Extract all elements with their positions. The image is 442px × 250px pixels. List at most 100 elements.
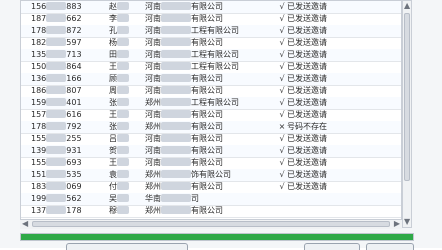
result-mark: × [278, 122, 286, 131]
company-cell: 河南 有限公司 [145, 37, 271, 49]
company-prefix: 河南 [145, 86, 161, 95]
company-redacted [161, 98, 191, 106]
bottom-button-right[interactable] [366, 243, 414, 250]
contacts-table[interactable]: 156 883 赵河南 有限公司 √ 已发送邀请 187 662 李河南 有限公司 √ 已发送邀请 17… [20, 0, 402, 228]
company-suffix: 工程有限公司 [191, 26, 239, 35]
result-mark: √ [279, 170, 285, 179]
company-prefix: 河南 [145, 146, 161, 155]
name-cell: 王 [109, 157, 137, 169]
company-suffix: 司 [191, 194, 199, 203]
phone-cell: 155 693 [31, 157, 93, 169]
name-redacted [117, 14, 129, 22]
name-cell: 吕 [109, 133, 137, 145]
status-text: 已发送邀请 [287, 134, 327, 143]
company-suffix: 饰有限公司 [191, 170, 231, 179]
horizontal-scrollbar[interactable]: ◀ ▶ [20, 219, 402, 229]
name-initial: 赵 [109, 2, 117, 11]
company-cell: 郑州 工程有限公司 [145, 97, 271, 109]
scroll-right-icon[interactable]: ▶ [394, 220, 400, 228]
phone-cell: 135 713 [31, 49, 93, 61]
status-text: 已发送邀请 [287, 62, 327, 71]
app-window: 156 883 赵河南 有限公司 √ 已发送邀请 187 662 李河南 有限公司 √ 已发送邀请 17… [0, 0, 442, 250]
name-initial: 李 [109, 14, 117, 23]
phone-prefix: 157 [31, 110, 47, 119]
vertical-scrollbar[interactable]: ▲ ▼ [402, 0, 412, 228]
name-initial: 张 [109, 98, 117, 107]
company-redacted [161, 110, 191, 118]
company-suffix: 有限公司 [191, 38, 223, 47]
name-redacted [117, 74, 129, 82]
name-initial: 孔 [109, 26, 117, 35]
result-mark: √ [279, 74, 285, 83]
scroll-down-icon[interactable]: ▼ [404, 218, 410, 226]
result-mark: √ [279, 62, 285, 71]
name-cell: 周 [109, 85, 137, 97]
result-mark: √ [279, 110, 285, 119]
company-suffix: 有限公司 [191, 134, 223, 143]
phone-cell: 151 535 [31, 169, 93, 181]
phone-suffix: 883 [66, 2, 82, 11]
phone-cell: 139 931 [31, 145, 93, 157]
name-redacted [117, 38, 129, 46]
name-initial: 周 [109, 86, 117, 95]
phone-redacted [46, 2, 67, 10]
horizontal-scroll-thumb[interactable] [32, 221, 390, 227]
name-redacted [117, 170, 129, 178]
company-prefix: 河南 [145, 110, 161, 119]
name-redacted [117, 122, 129, 130]
phone-suffix: 872 [66, 26, 82, 35]
company-cell: 河南 有限公司 [145, 73, 271, 85]
name-cell: 付 [109, 181, 137, 193]
company-redacted [161, 14, 191, 22]
company-suffix: 有限公司 [191, 74, 223, 83]
name-redacted [117, 2, 129, 10]
phone-suffix: 597 [66, 38, 82, 47]
company-prefix: 郑州 [145, 206, 161, 215]
scroll-up-icon[interactable]: ▲ [404, 2, 410, 10]
phone-prefix: 186 [31, 86, 47, 95]
status-text: 已发送邀请 [287, 38, 327, 47]
phone-cell: 199 562 [31, 193, 93, 205]
name-redacted [117, 158, 129, 166]
phone-cell: 178 872 [31, 25, 93, 37]
company-cell: 河南 有限公司 [145, 157, 271, 169]
company-suffix: 工程有限公司 [191, 98, 239, 107]
company-prefix: 郑州 [145, 122, 161, 131]
name-redacted [117, 194, 129, 202]
bottom-button-middle[interactable] [304, 243, 360, 250]
phone-suffix: 535 [66, 170, 82, 179]
phone-prefix: 155 [31, 158, 47, 167]
name-redacted [117, 206, 129, 214]
company-suffix: 有限公司 [191, 14, 223, 23]
scroll-left-icon[interactable]: ◀ [22, 220, 28, 228]
vertical-scroll-thumb[interactable] [404, 13, 410, 181]
phone-cell: 150 864 [31, 61, 93, 73]
phone-suffix: 401 [66, 98, 82, 107]
result-mark: √ [279, 98, 285, 107]
bottom-button-left[interactable] [66, 243, 188, 250]
name-redacted [117, 98, 129, 106]
phone-suffix: 864 [66, 62, 82, 71]
phone-prefix: 159 [31, 98, 47, 107]
name-initial: 王 [109, 110, 117, 119]
result-mark: √ [279, 86, 285, 95]
company-prefix: 河南 [145, 50, 161, 59]
table-row[interactable]: 137 178 穆 郑州 有限公司 [21, 205, 401, 218]
company-cell: 河南 工程有限公司 [145, 25, 271, 37]
phone-redacted [46, 170, 67, 178]
name-initial: 田 [109, 50, 117, 59]
phone-prefix: 136 [31, 74, 47, 83]
company-prefix: 河南 [145, 2, 161, 11]
name-cell: 袁 [109, 169, 137, 181]
phone-prefix: 155 [31, 134, 47, 143]
result-mark: √ [279, 182, 285, 191]
name-redacted [117, 182, 129, 190]
company-suffix: 有限公司 [191, 158, 223, 167]
company-suffix: 有限公司 [191, 110, 223, 119]
company-prefix: 河南 [145, 26, 161, 35]
status-text: 已发送邀请 [287, 146, 327, 155]
result-mark: √ [279, 14, 285, 23]
company-suffix: 有限公司 [191, 206, 223, 215]
phone-redacted [46, 122, 67, 130]
name-cell: 赵 [109, 1, 137, 13]
